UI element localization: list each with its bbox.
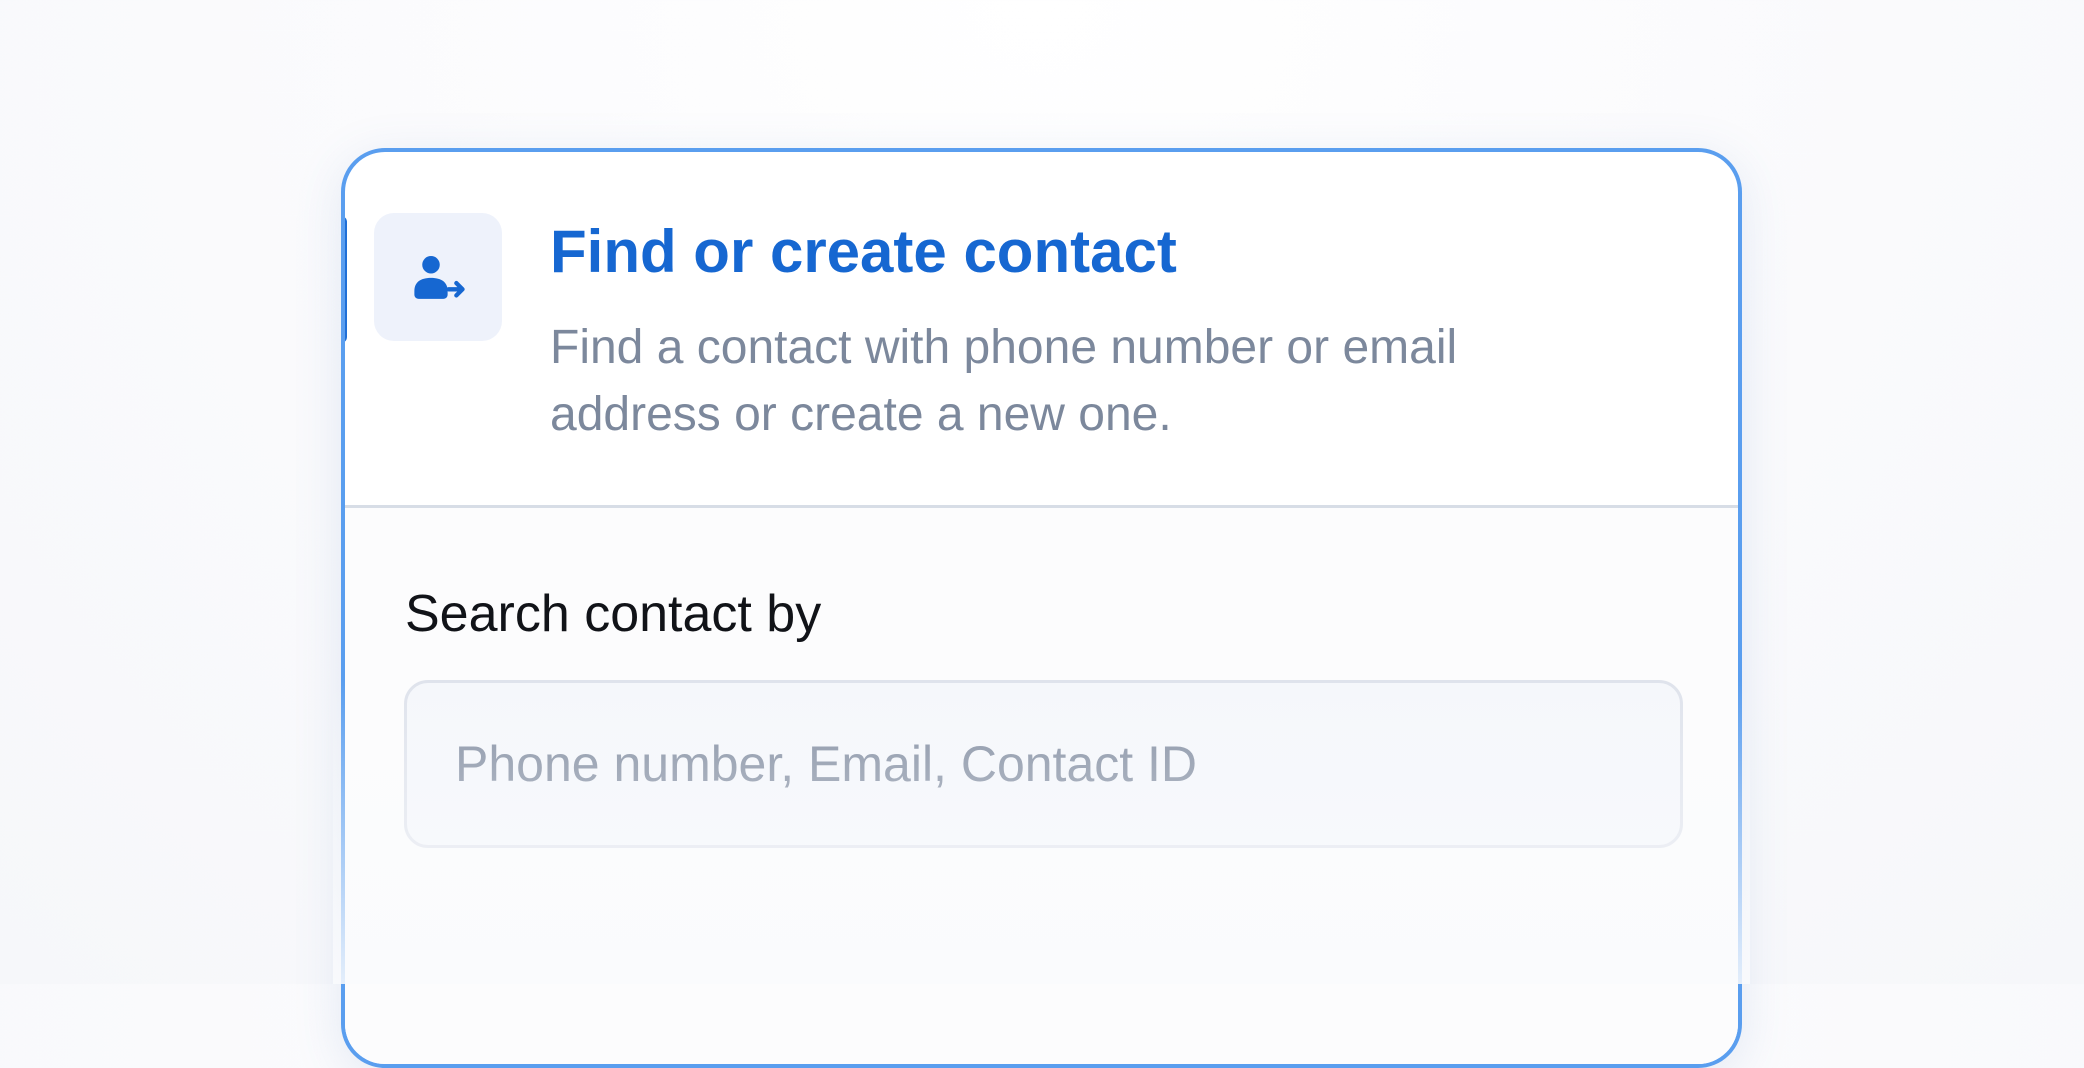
step-description: Find a contact with phone number or emai… [550, 321, 1458, 441]
search-contact-input[interactable] [404, 680, 1683, 848]
canvas: Find or create contact Find a contact wi… [0, 0, 2084, 1068]
step-title: Find or create contact [550, 218, 1177, 285]
search-contact-label: Search contact by [405, 585, 822, 643]
user-arrow-icon [414, 256, 465, 299]
search-section: Search contact by [345, 508, 1738, 1064]
step-icon-tile [374, 213, 502, 341]
find-contact-step-card[interactable]: Find or create contact Find a contact wi… [341, 148, 1742, 1068]
selected-step-indicator [345, 216, 347, 343]
